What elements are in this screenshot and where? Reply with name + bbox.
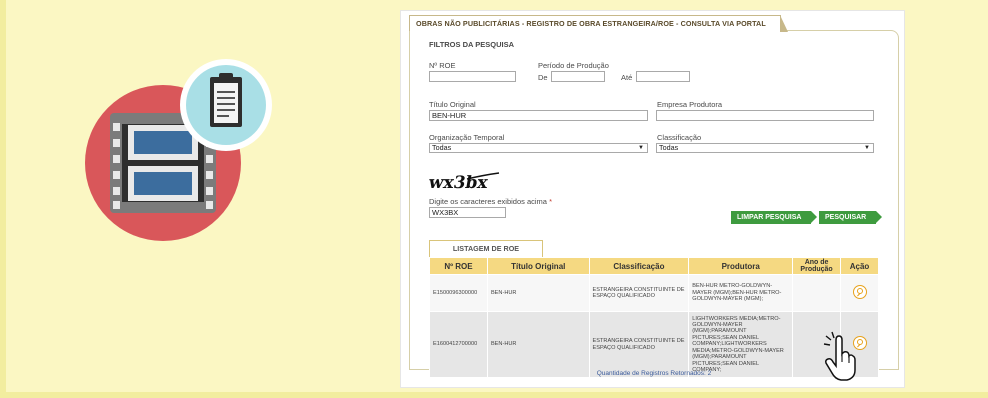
- org-label: Organização Temporal: [429, 133, 505, 142]
- class-select-value: Todas: [659, 143, 679, 152]
- cell-classification: ESTRANGEIRA CONSTITUINTE DE ESPAÇO QUALI…: [588, 274, 690, 312]
- clipboard-icon: [180, 59, 272, 151]
- cell-action: [840, 274, 879, 312]
- cell-title: BEN-HUR: [486, 274, 590, 312]
- col-header-title[interactable]: Título Original: [486, 257, 590, 275]
- org-select-value: Todas: [432, 143, 452, 152]
- required-marker: *: [549, 197, 552, 206]
- cell-classification: ESTRANGEIRA CONSTITUINTE DE ESPAÇO QUALI…: [588, 311, 690, 378]
- class-select[interactable]: Todas ▼: [656, 143, 874, 153]
- cell-roe: E1600412700000: [429, 311, 488, 378]
- col-header-roe[interactable]: Nº ROE: [429, 257, 488, 275]
- from-date-input[interactable]: [551, 71, 605, 82]
- company-input[interactable]: [656, 110, 874, 121]
- cell-roe: E1500096300000: [429, 274, 488, 312]
- search-icon[interactable]: [852, 284, 867, 299]
- cell-producer: LIGHTWORKERS MEDIA;METRO-GOLDWYN-MAYER (…: [688, 311, 794, 378]
- filters-section-title: FILTROS DA PESQUISA: [429, 40, 515, 49]
- roe-label: Nº ROE: [429, 61, 456, 70]
- cell-year: [792, 274, 842, 312]
- org-select[interactable]: Todas ▼: [429, 143, 648, 153]
- results-tab: LISTAGEM DE ROE: [429, 240, 543, 257]
- results-table: Nº ROE Título Original Classificação Pro…: [429, 257, 879, 378]
- col-header-classification[interactable]: Classificação: [588, 257, 690, 275]
- captcha-image: wx3bx: [429, 172, 500, 193]
- col-header-producer[interactable]: Produtora: [688, 257, 794, 275]
- chevron-down-icon: ▼: [864, 145, 870, 151]
- to-date-input[interactable]: [636, 71, 690, 82]
- to-label: Até: [621, 73, 633, 82]
- roe-input[interactable]: [429, 71, 516, 82]
- period-label: Período de Produção: [538, 61, 609, 70]
- hand-pointer-icon: [823, 331, 856, 381]
- search-button[interactable]: PESQUISAR: [819, 211, 883, 224]
- bottom-frame-band: [0, 392, 988, 398]
- page-tab-title: OBRAS NÃO PUBLICITÁRIAS - REGISTRO DE OB…: [409, 15, 788, 32]
- col-header-action: Ação: [840, 257, 879, 275]
- cell-title: BEN-HUR: [486, 311, 590, 378]
- title-label: Título Original: [429, 100, 476, 109]
- captcha-label-text: Digite os caracteres exibidos acima: [429, 197, 547, 206]
- table-row: E1500096300000 BEN-HUR ESTRANGEIRA CONST…: [429, 274, 879, 312]
- results-count: Quantidade de Registros Retornados: 2: [596, 370, 712, 377]
- cell-producer: BEN-HUR METRO-GOLDWYN-MAYER (MGM);BEN-HU…: [688, 274, 794, 312]
- from-label: De: [538, 73, 548, 82]
- clear-search-button[interactable]: LIMPAR PESQUISA: [731, 211, 818, 224]
- class-label: Classificação: [657, 133, 702, 142]
- captcha-input[interactable]: WX3BX: [429, 207, 506, 218]
- col-header-year[interactable]: Ano de Produção: [792, 257, 842, 275]
- illustration: [80, 55, 290, 255]
- chevron-down-icon: ▼: [638, 145, 644, 151]
- table-row: E1600412700000 BEN-HUR ESTRANGEIRA CONST…: [429, 311, 879, 378]
- title-input[interactable]: BEN-HUR: [429, 110, 648, 121]
- left-frame-band: [0, 0, 6, 398]
- captcha-label: Digite os caracteres exibidos acima *: [429, 197, 552, 206]
- company-label: Empresa Produtora: [657, 100, 723, 109]
